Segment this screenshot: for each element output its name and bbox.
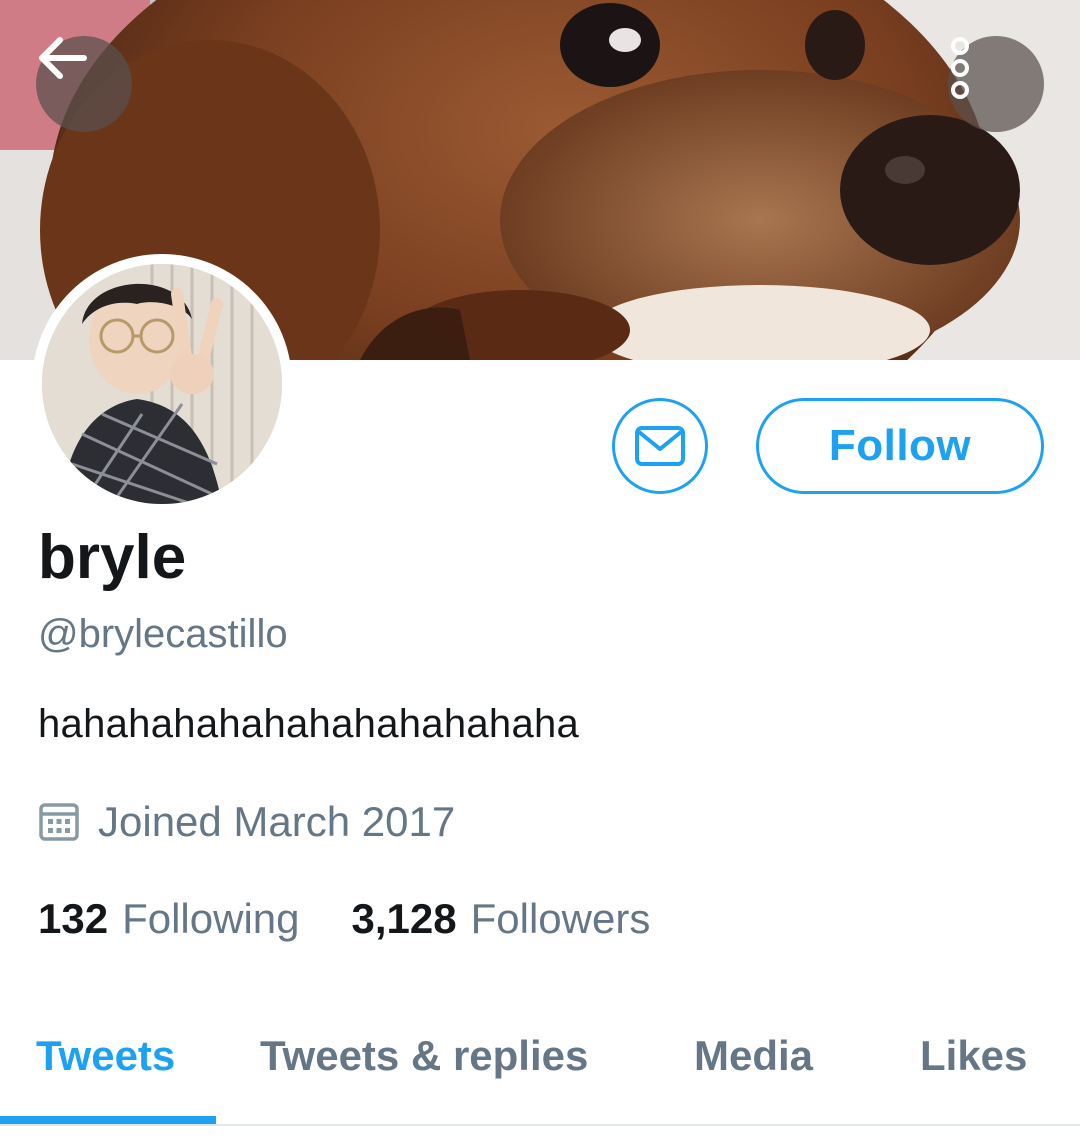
following-stat[interactable]: 132 Following (38, 895, 300, 943)
tab-tweets-and-replies[interactable]: Tweets & replies (260, 1032, 588, 1080)
follow-button[interactable]: Follow (756, 398, 1044, 494)
follow-stats: 132 Following 3,128 Followers (38, 895, 702, 943)
joined-date: Joined March 2017 (38, 798, 455, 846)
joined-text: Joined March 2017 (98, 798, 456, 845)
active-tab-indicator (0, 1116, 216, 1124)
message-button[interactable] (612, 398, 708, 494)
tab-tweets[interactable]: Tweets (36, 1032, 175, 1080)
profile-tabs: Tweets Tweets & replies Media Likes (0, 1010, 1080, 1126)
back-button[interactable] (36, 36, 132, 132)
username-handle: @brylecastillo (38, 612, 288, 656)
avatar-image (42, 264, 282, 504)
followers-label: Followers (470, 895, 651, 942)
following-count: 132 (38, 895, 109, 942)
more-vertical-icon (951, 37, 969, 99)
display-name: bryle (38, 523, 187, 592)
arrow-left-icon (39, 37, 87, 79)
envelope-icon (635, 426, 685, 466)
followers-count: 3,128 (351, 895, 457, 942)
tabs-divider (0, 1124, 1080, 1126)
avatar-frame[interactable] (32, 254, 292, 514)
followers-stat[interactable]: 3,128 Followers (352, 895, 651, 943)
more-options-button[interactable] (948, 36, 1044, 132)
profile-bio: hahahahahahahahahahahaha (38, 702, 580, 746)
following-label: Following (122, 895, 300, 942)
avatar[interactable] (42, 264, 282, 504)
tab-media[interactable]: Media (694, 1032, 813, 1080)
calendar-icon (39, 803, 79, 841)
tab-likes[interactable]: Likes (920, 1032, 1027, 1080)
